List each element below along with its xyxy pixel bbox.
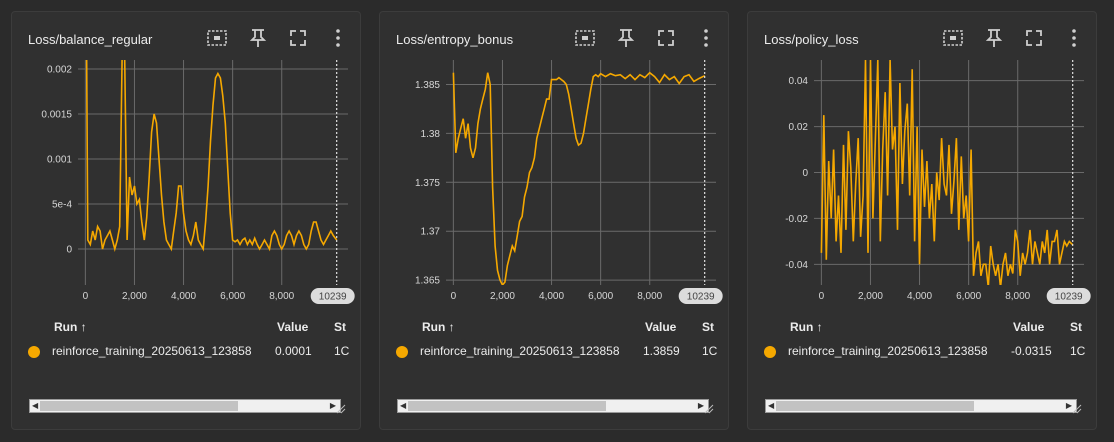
series-line[interactable] — [820, 60, 1074, 287]
run-value: 0.0001 — [275, 344, 312, 358]
x-tick-label: 2,000 — [490, 291, 515, 302]
y-tick-label: -0.02 — [785, 214, 808, 225]
y-tick-label: 1.365 — [415, 276, 440, 287]
x-tick-label: 6,000 — [220, 291, 245, 302]
y-tick-label: 5e-4 — [52, 200, 72, 211]
run-color-dot — [396, 346, 408, 358]
x-tick-label: 8,000 — [269, 291, 294, 302]
x-tick-label: 0 — [819, 291, 825, 302]
resize-handle-icon[interactable] — [336, 404, 346, 414]
run-color-dot — [28, 346, 40, 358]
run-color-dot — [764, 346, 776, 358]
scroll-left-icon[interactable]: ◀ — [768, 400, 774, 412]
run-value: -0.0315 — [1011, 344, 1052, 358]
run-name: reinforce_training_20250613_123858 — [52, 344, 252, 358]
hover-step-label: 10239 — [687, 292, 715, 303]
col-header-step[interactable]: St — [334, 320, 346, 334]
pin-icon[interactable] — [982, 26, 1006, 50]
scroll-left-icon[interactable]: ◀ — [32, 400, 38, 412]
horizontal-scrollbar[interactable]: ◀ ▶ — [765, 399, 1077, 413]
col-header-step[interactable]: St — [702, 320, 714, 334]
more-vert-icon[interactable] — [326, 26, 350, 50]
x-tick-label: 2,000 — [122, 291, 147, 302]
scroll-left-icon[interactable]: ◀ — [400, 400, 406, 412]
line-chart[interactable]: 1.365 1.37 1.375 1.38 1.385 0 2,000 4,000 6,000 8… — [380, 52, 730, 320]
x-tick-label: 6,000 — [956, 291, 981, 302]
line-chart[interactable]: 0 5e-4 0.001 0.0015 0.002 0 2,000 4,000 6,000 8,0… — [12, 52, 362, 320]
chart-card-1: Loss/balance_regular 0 5e-4 0.001 0.0015 0.0… — [11, 11, 361, 430]
y-tick-label: 0.04 — [789, 76, 809, 87]
line-chart[interactable]: -0.04 -0.02 0 0.02 0.04 0 2,000 4,000 6,000 8,000… — [748, 52, 1098, 320]
y-tick-label: 1.38 — [421, 129, 441, 140]
hover-step-label: 10239 — [319, 292, 347, 303]
y-tick-label: 1.37 — [421, 227, 441, 238]
col-header-value[interactable]: Value — [277, 320, 308, 334]
resize-handle-icon[interactable] — [704, 404, 714, 414]
scrollbar-thumb[interactable] — [776, 401, 974, 411]
y-tick-label: 0.02 — [789, 122, 809, 133]
run-step: 1C — [334, 344, 350, 358]
more-vert-icon[interactable] — [694, 26, 718, 50]
card-title: Loss/policy_loss — [764, 32, 859, 47]
horizontal-scrollbar[interactable]: ◀ ▶ — [29, 399, 341, 413]
col-header-value[interactable]: Value — [1013, 320, 1044, 334]
x-tick-label: 8,000 — [1005, 291, 1030, 302]
run-name: reinforce_training_20250613_123858 — [420, 344, 620, 358]
x-tick-label: 8,000 — [637, 291, 662, 302]
horizontal-scrollbar[interactable]: ◀ ▶ — [397, 399, 709, 413]
y-tick-label: 1.375 — [415, 178, 440, 189]
fullscreen-icon[interactable] — [286, 26, 310, 50]
fullscreen-icon[interactable] — [654, 26, 678, 50]
x-tick-label: 0 — [451, 291, 457, 302]
chart-card-3: Loss/policy_loss -0.04 -0.02 0 0.02 0.04 0 2,0… — [747, 11, 1097, 430]
run-step: 1C — [1070, 344, 1086, 358]
pin-icon[interactable] — [246, 26, 270, 50]
card-title: Loss/balance_regular — [28, 32, 153, 47]
scrollbar-thumb[interactable] — [408, 401, 606, 411]
run-step: 1C — [702, 344, 718, 358]
fit-domain-icon[interactable] — [205, 26, 229, 50]
y-tick-label: 1.385 — [415, 80, 440, 91]
y-tick-label: -0.04 — [785, 260, 808, 271]
series-line[interactable] — [452, 71, 706, 285]
pin-icon[interactable] — [614, 26, 638, 50]
y-tick-label: 0.001 — [47, 155, 72, 166]
x-tick-label: 2,000 — [858, 291, 883, 302]
y-tick-label: 0.002 — [47, 65, 72, 76]
y-tick-label: 0.0015 — [41, 110, 72, 121]
col-header-run[interactable]: Run ↑ — [422, 320, 455, 334]
x-tick-label: 4,000 — [539, 291, 564, 302]
run-name: reinforce_training_20250613_123858 — [788, 344, 988, 358]
x-tick-label: 0 — [83, 291, 89, 302]
fit-domain-icon[interactable] — [941, 26, 965, 50]
chart-card-2: Loss/entropy_bonus 1.365 1.37 1.375 1.38 1.3… — [379, 11, 729, 430]
y-tick-label: 0 — [66, 245, 72, 256]
x-tick-label: 4,000 — [907, 291, 932, 302]
card-title: Loss/entropy_bonus — [396, 32, 514, 47]
run-value: 1.3859 — [643, 344, 680, 358]
col-header-run[interactable]: Run ↑ — [790, 320, 823, 334]
fit-domain-icon[interactable] — [573, 26, 597, 50]
col-header-value[interactable]: Value — [645, 320, 676, 334]
y-tick-label: 0 — [802, 168, 808, 179]
col-header-step[interactable]: St — [1070, 320, 1082, 334]
more-vert-icon[interactable] — [1062, 26, 1086, 50]
fullscreen-icon[interactable] — [1022, 26, 1046, 50]
scrollbar-thumb[interactable] — [40, 401, 238, 411]
x-tick-label: 4,000 — [171, 291, 196, 302]
hover-step-label: 10239 — [1055, 292, 1083, 303]
x-tick-label: 6,000 — [588, 291, 613, 302]
resize-handle-icon[interactable] — [1072, 404, 1082, 414]
series-line[interactable] — [85, 52, 338, 253]
col-header-run[interactable]: Run ↑ — [54, 320, 87, 334]
